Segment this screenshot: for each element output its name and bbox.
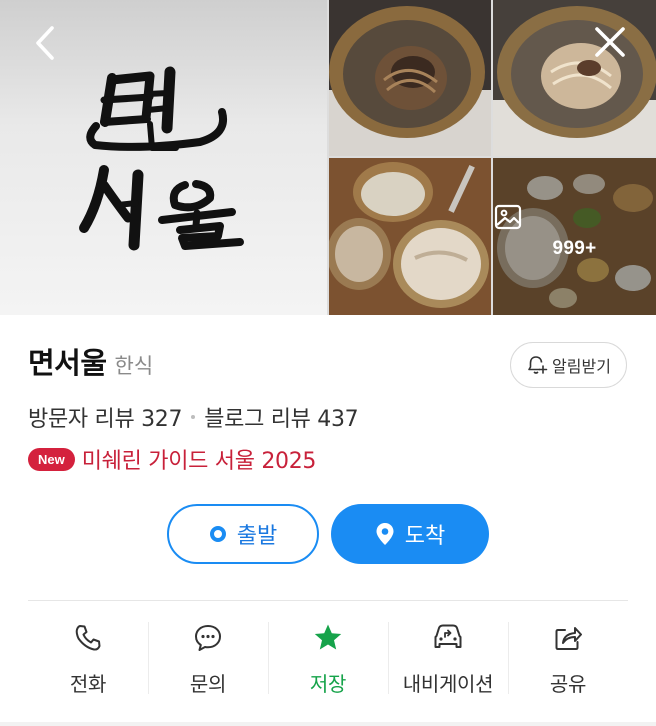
depart-button[interactable]: 출발 xyxy=(167,504,319,564)
action-save[interactable]: 저장 xyxy=(268,612,388,702)
michelin-guide-row[interactable]: New 미쉐린 가이드 서울 2025 xyxy=(28,443,316,475)
place-name: 면서울 xyxy=(28,346,107,380)
food-photo-side-dishes[interactable]: 999+ xyxy=(493,158,656,315)
car-navigation-icon xyxy=(434,624,462,648)
arrive-button[interactable]: 도착 xyxy=(331,504,489,564)
depart-label: 출발 xyxy=(236,524,278,549)
separator-dot xyxy=(191,415,196,419)
photo-gallery[interactable]: 999+ xyxy=(0,0,656,315)
food-photo-table-spread[interactable] xyxy=(329,158,491,315)
origin-dot-icon xyxy=(209,526,226,542)
close-button[interactable] xyxy=(588,22,632,66)
route-buttons: 출발 도착 xyxy=(167,504,489,564)
food-photo-noodles-dark[interactable] xyxy=(329,0,491,156)
place-title-row: 면서울 한식 xyxy=(28,340,153,388)
action-save-label: 저장 xyxy=(309,672,347,696)
new-badge: New xyxy=(28,447,75,471)
alarm-subscribe-button[interactable]: 알림받기 xyxy=(510,342,627,388)
visitor-review-link[interactable]: 방문자 리뷰 327 xyxy=(28,401,182,433)
action-bar: 전화 문의 저장 내비게이션 공유 xyxy=(28,612,628,702)
bottom-separator xyxy=(0,722,656,726)
action-navigation[interactable]: 내비게이션 xyxy=(388,612,508,702)
action-call-label: 전화 xyxy=(69,672,107,696)
action-share-label: 공유 xyxy=(549,672,587,696)
blog-review-link[interactable]: 블로그 리뷰 437 xyxy=(204,401,358,433)
action-inquiry-label: 문의 xyxy=(189,672,227,696)
star-icon xyxy=(314,624,342,650)
phone-icon xyxy=(75,625,101,651)
section-divider xyxy=(28,600,628,601)
close-icon xyxy=(595,27,625,57)
chevron-left-icon xyxy=(36,26,54,60)
place-category: 한식 xyxy=(114,354,154,378)
action-navigation-label: 내비게이션 xyxy=(402,672,494,696)
michelin-guide-text: 미쉐린 가이드 서울 2025 xyxy=(81,449,317,474)
chat-icon xyxy=(195,625,221,651)
alarm-button-label: 알림받기 xyxy=(552,357,611,376)
action-call[interactable]: 전화 xyxy=(28,612,148,702)
back-button[interactable] xyxy=(24,22,68,66)
bell-plus-icon xyxy=(528,356,548,374)
review-stats: 방문자 리뷰 327 블로그 리뷰 437 xyxy=(28,401,359,433)
image-gallery-icon xyxy=(494,204,522,230)
share-icon xyxy=(555,627,582,650)
action-share[interactable]: 공유 xyxy=(508,612,628,702)
action-inquiry[interactable]: 문의 xyxy=(148,612,268,702)
more-photos-count: 999+ xyxy=(552,238,597,259)
location-pin-icon xyxy=(376,523,394,545)
more-photos-indicator[interactable]: 999+ xyxy=(493,202,656,260)
arrive-label: 도착 xyxy=(404,524,446,549)
